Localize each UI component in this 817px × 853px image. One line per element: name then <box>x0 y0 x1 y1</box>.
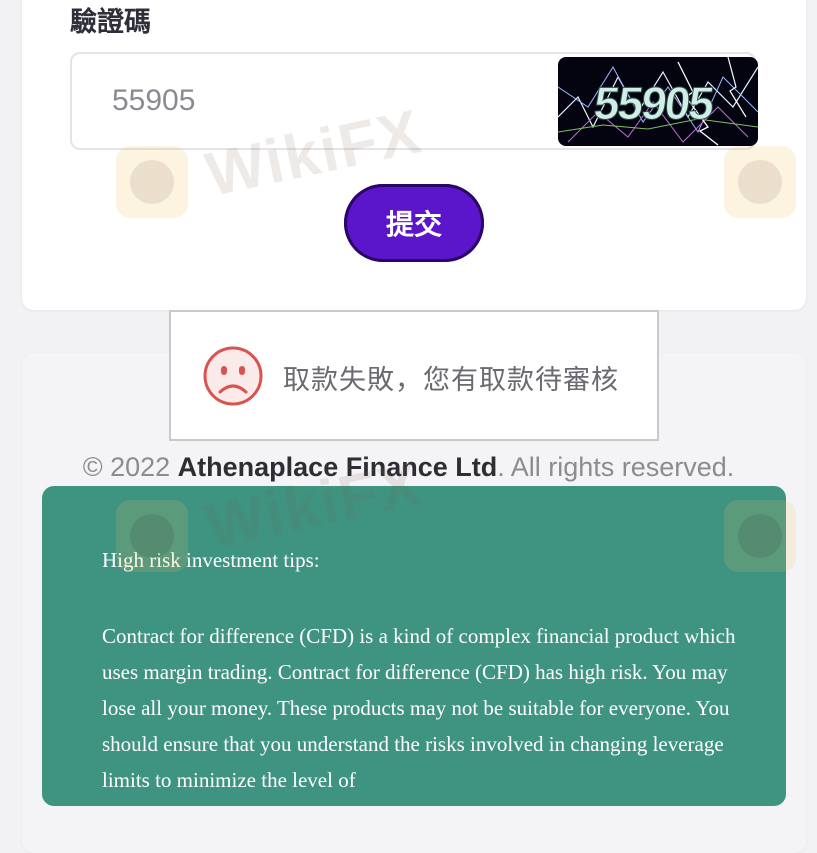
captcha-label: 驗證碼 <box>70 7 151 38</box>
risk-warning-panel: High risk investment tips: Contract for … <box>42 486 786 806</box>
risk-body: Contract for difference (CFD) is a kind … <box>102 624 736 792</box>
captcha-input-value: 55905 <box>112 84 196 117</box>
error-toast: 取款失敗，您有取款待審核 <box>169 310 659 441</box>
captcha-image-text: 55905 <box>591 77 716 129</box>
sad-face-icon <box>203 346 263 406</box>
copyright-prefix: © 2022 <box>82 452 178 482</box>
toast-message: 取款失敗，您有取款待審核 <box>283 365 619 396</box>
submit-button[interactable]: 提交 <box>344 184 484 262</box>
captcha-noise-graphic: 55905 <box>558 57 758 146</box>
risk-title: High risk investment tips: <box>102 548 320 572</box>
copyright-suffix: . All rights reserved. <box>497 452 735 482</box>
captcha-image[interactable]: 55905 <box>558 57 758 146</box>
